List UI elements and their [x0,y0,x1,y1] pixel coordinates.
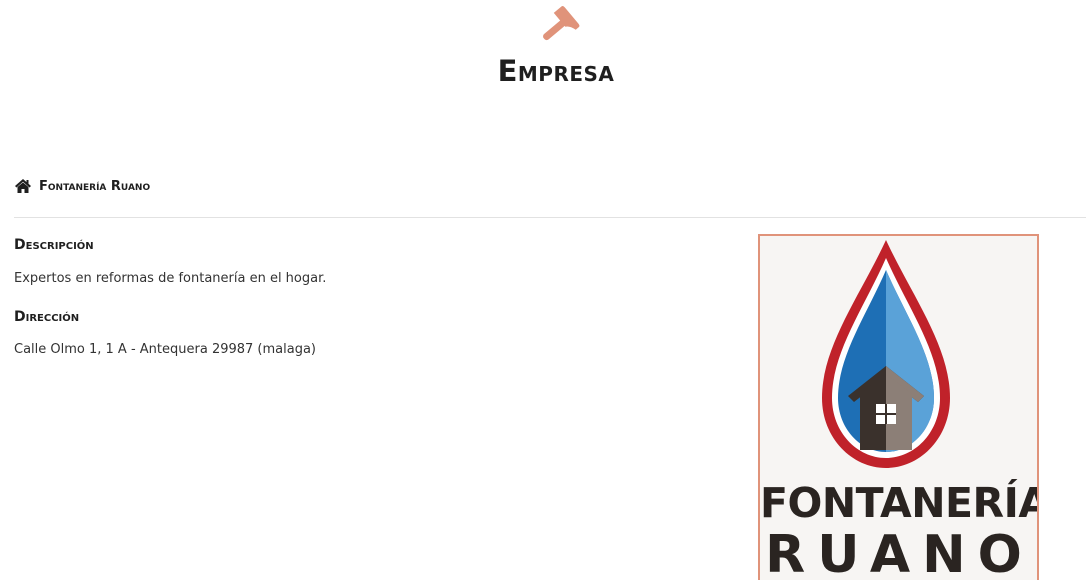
company-heading: Fontanería Ruano [14,178,150,194]
logo-text-line-2: RUANO [765,525,1034,580]
description-label: Descripción [14,237,94,253]
page-title: Empresa [497,54,615,88]
company-page: Empresa Fontanería Ruano Descripción Exp… [0,0,1086,580]
company-name: Fontanería Ruano [39,178,151,194]
divider [14,217,1086,218]
drop-house-logo-graphic [822,240,950,468]
address-text: Calle Olmo 1, 1 A - Antequera 29987 (mal… [14,342,316,357]
house-icon [15,179,31,193]
description-text: Expertos en reformas de fontanería en el… [14,271,327,286]
company-logo: FONTANERÍA RUANO [758,234,1039,580]
hammer-icon [543,6,580,41]
address-label: Dirección [14,309,80,325]
logo-text-line-1: FONTANERÍA [760,479,1039,527]
